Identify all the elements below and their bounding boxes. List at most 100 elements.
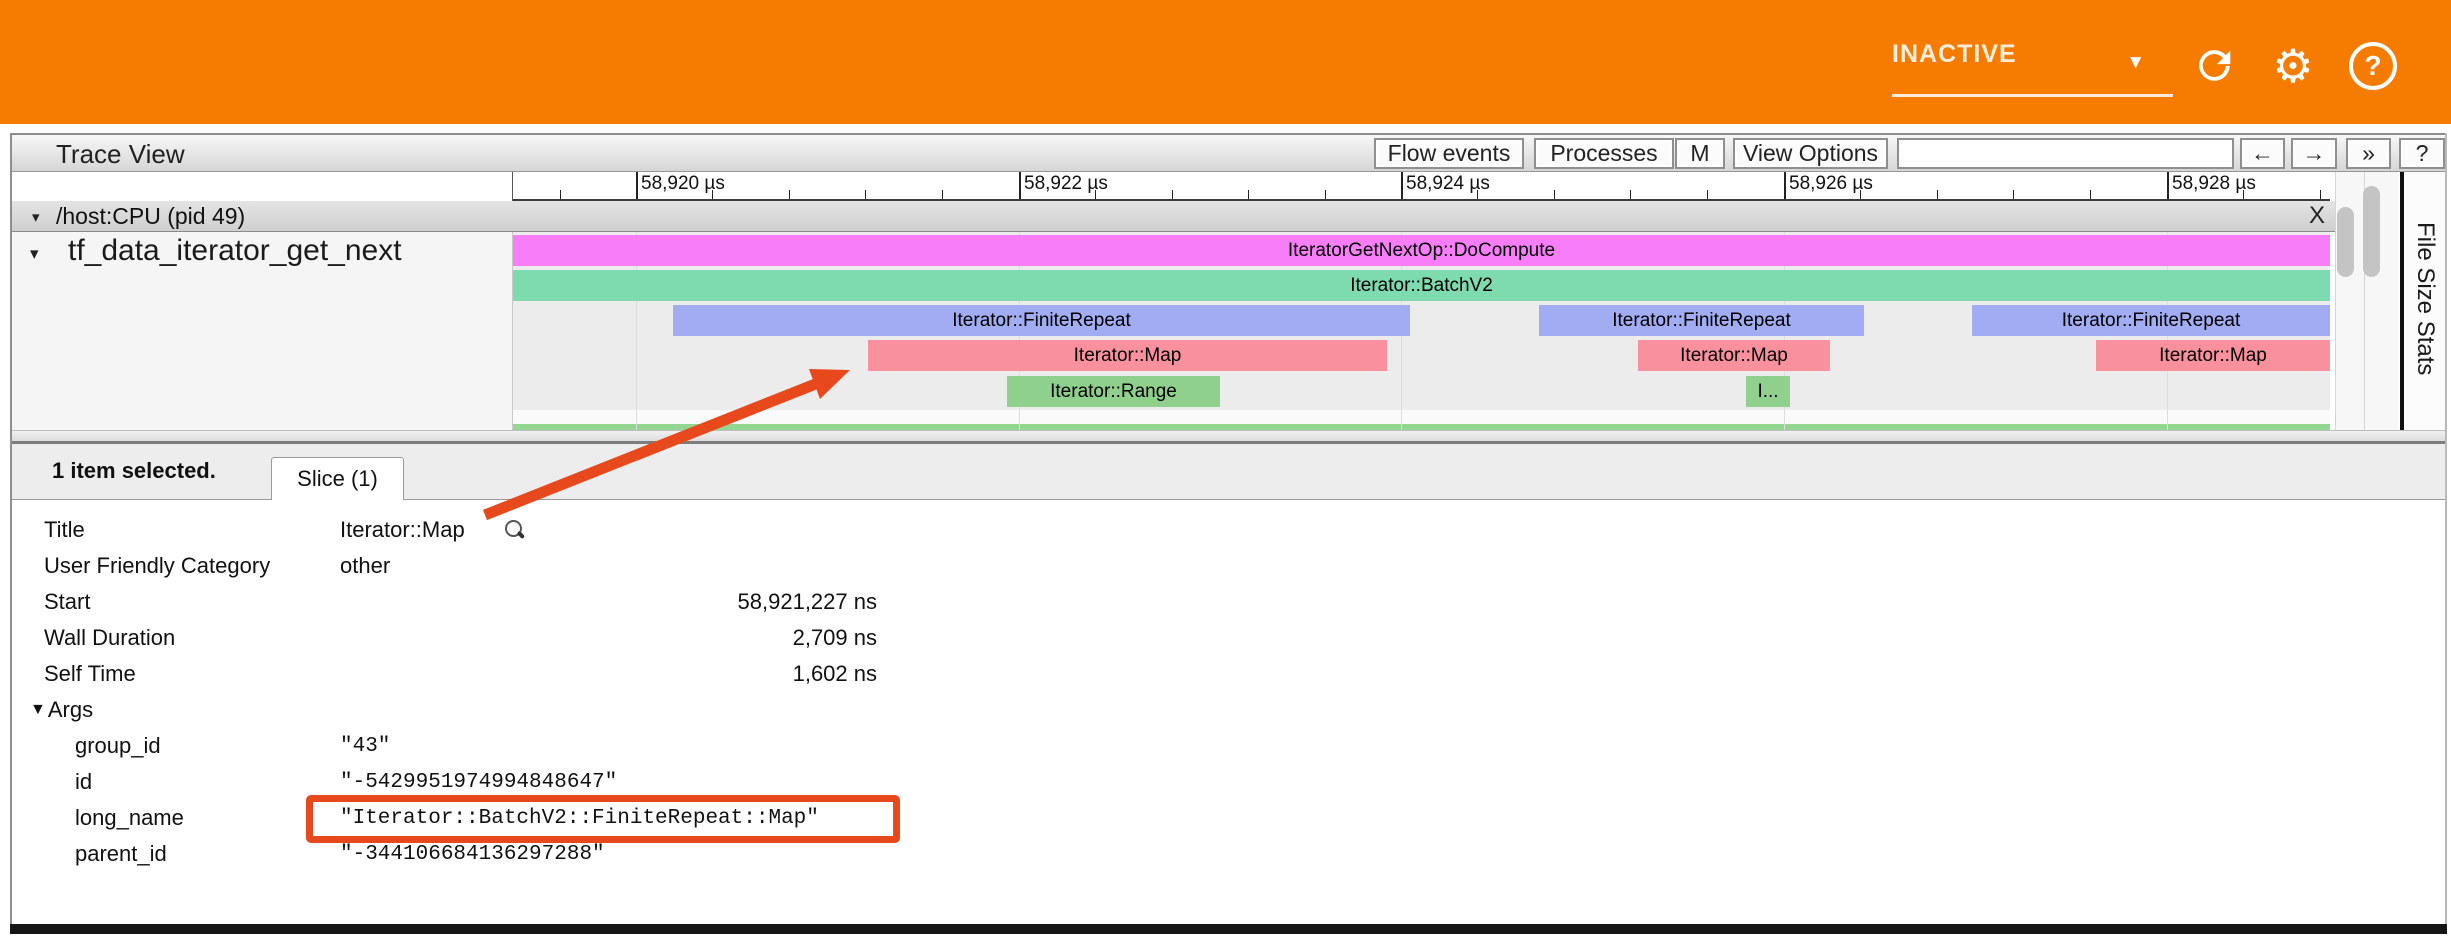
major-tick <box>1401 172 1403 201</box>
file-size-stats-panel[interactable]: File Size Stats <box>2404 172 2445 430</box>
process-label: /host:CPU (pid 49) <box>56 203 245 230</box>
details-body: TitleIterator::MapUser Friendly Category… <box>12 500 2445 924</box>
close-process-button[interactable]: X <box>2302 202 2332 230</box>
minor-tick <box>1554 190 1555 199</box>
find-next-button[interactable]: → <box>2291 138 2337 169</box>
refresh-button[interactable] <box>2189 40 2241 92</box>
args-label: Args <box>48 697 93 723</box>
major-tick <box>2167 172 2169 201</box>
detail-label: User Friendly Category <box>44 553 340 579</box>
track-scrollbar[interactable] <box>2337 207 2354 277</box>
trace-slice[interactable]: Iterator::Map <box>2096 340 2330 371</box>
collapse-track-icon[interactable]: ▾ <box>30 244 39 264</box>
refresh-icon <box>2192 43 2238 89</box>
trace-viewer: Trace View Flow events Processes M View … <box>10 133 2447 924</box>
gear-icon: ⚙ <box>2272 40 2313 92</box>
arg-row: long_name"Iterator::BatchV2::FiniteRepea… <box>12 800 2445 836</box>
selection-count: 1 item selected. <box>52 458 216 484</box>
process-header-row[interactable]: ▾ /host:CPU (pid 49) X <box>12 201 2335 232</box>
detail-label: Wall Duration <box>44 625 340 651</box>
find-input[interactable] <box>1897 138 2234 169</box>
slice-title: Iterator::Map <box>340 517 465 543</box>
minor-tick <box>712 190 713 199</box>
minor-tick <box>1937 190 1938 199</box>
detail-row: User Friendly Categoryother <box>12 548 2445 584</box>
arg-key: group_id <box>75 733 340 759</box>
minor-tick <box>1325 190 1326 199</box>
details-header: 1 item selected. Slice (1) <box>12 444 2445 500</box>
trace-slice[interactable]: Iterator::BatchV2 <box>513 270 2330 301</box>
minor-tick <box>1248 190 1249 199</box>
detail-label: Title <box>44 517 340 543</box>
help-button[interactable]: ? <box>2347 40 2399 92</box>
detail-row: Self Time1,602 ns <box>12 656 2445 692</box>
minor-tick <box>2090 190 2091 199</box>
minor-tick <box>1477 190 1478 199</box>
arg-value: "-5429951974994848647" <box>340 771 877 794</box>
minor-tick <box>1095 190 1096 199</box>
minor-tick <box>2320 190 2321 199</box>
trace-slice[interactable]: Iterator::Map <box>868 340 1387 371</box>
shortcuts-help-button[interactable]: ? <box>2399 138 2445 169</box>
detail-row: Start58,921,227 ns <box>12 584 2445 620</box>
trace-slice[interactable]: Iterator::Range <box>1007 376 1220 407</box>
minor-tick <box>560 190 561 199</box>
major-tick <box>636 172 638 201</box>
major-tick <box>1019 172 1021 201</box>
detail-value: 2,709 ns <box>340 625 877 651</box>
trace-slice[interactable]: Iterator::FiniteRepeat <box>1972 305 2330 336</box>
metadata-button[interactable]: M <box>1675 138 1725 169</box>
ruler-scale: 58,920 µs58,922 µs58,924 µs58,926 µs58,9… <box>513 172 2330 201</box>
arg-value: "Iterator::BatchV2::FiniteRepeat::Map" <box>340 807 877 830</box>
track-label: tf_data_iterator_get_next <box>68 234 402 268</box>
minor-tick <box>1707 190 1708 199</box>
minor-tick <box>865 190 866 199</box>
empty-lane <box>513 410 2330 424</box>
run-status-dropdown[interactable]: INACTIVE ▼ <box>1892 40 2173 96</box>
panel-scrollbar[interactable] <box>2363 186 2380 277</box>
track-label-column: ▾ tf_data_iterator_get_next <box>12 232 513 430</box>
collapse-process-icon[interactable]: ▾ <box>32 208 40 226</box>
collapse-args-icon[interactable]: ▼ <box>30 701 46 719</box>
major-tick <box>1784 172 1786 201</box>
minor-tick <box>2243 190 2244 199</box>
detail-label: Start <box>44 589 340 615</box>
arg-row: group_id"43" <box>12 728 2445 764</box>
minor-tick <box>1172 190 1173 199</box>
file-size-stats-label: File Size Stats <box>2411 222 2439 375</box>
panel-splitter[interactable] <box>12 430 2445 444</box>
minor-tick <box>1630 190 1631 199</box>
trace-slice[interactable]: Iterator::FiniteRepeat <box>1539 305 1864 336</box>
tab-slice[interactable]: Slice (1) <box>271 457 404 500</box>
trace-slice[interactable]: Iterator::Map <box>1638 340 1830 371</box>
flow-events-button[interactable]: Flow events <box>1374 138 1524 169</box>
trace-slice[interactable]: IteratorGetNextOp::DoCompute <box>513 235 2330 266</box>
search-icon[interactable] <box>503 519 525 541</box>
run-status-label: INACTIVE <box>1892 40 2017 68</box>
trace-view-title: Trace View <box>56 139 185 170</box>
app-header: INACTIVE ▼ ⚙ ? <box>0 0 2451 124</box>
minor-tick <box>1860 190 1861 199</box>
time-ruler: 58,920 µs58,922 µs58,924 µs58,926 µs58,9… <box>12 172 2445 201</box>
trace-slice[interactable]: Iterator::FiniteRepeat <box>673 305 1410 336</box>
processes-button[interactable]: Processes <box>1534 138 1674 169</box>
arg-row: id"-5429951974994848647" <box>12 764 2445 800</box>
minor-tick <box>942 190 943 199</box>
dropdown-underline <box>1892 94 2173 97</box>
detail-value: other <box>340 553 877 579</box>
arg-key: long_name <box>75 805 340 831</box>
trace-toolbar: Trace View Flow events Processes M View … <box>12 133 2445 172</box>
profiler-page: INACTIVE ▼ ⚙ ? Trace View Flow events Pr… <box>0 0 2451 936</box>
expand-button[interactable]: » <box>2346 138 2391 169</box>
ruler-label-column <box>12 172 513 201</box>
arg-value: "43" <box>340 735 877 758</box>
view-options-button[interactable]: View Options <box>1733 138 1888 169</box>
settings-button[interactable]: ⚙ <box>2267 40 2319 92</box>
timeline-lanes[interactable]: IteratorGetNextOp::DoComputeIterator::Ba… <box>513 232 2330 430</box>
detail-value: 1,602 ns <box>340 661 877 687</box>
arg-key: parent_id <box>75 841 340 867</box>
find-prev-button[interactable]: ← <box>2240 138 2285 169</box>
trace-slice[interactable]: I... <box>1746 376 1790 407</box>
window-bottom-border <box>10 924 2447 934</box>
args-section-header: ▼Args <box>12 692 2445 728</box>
